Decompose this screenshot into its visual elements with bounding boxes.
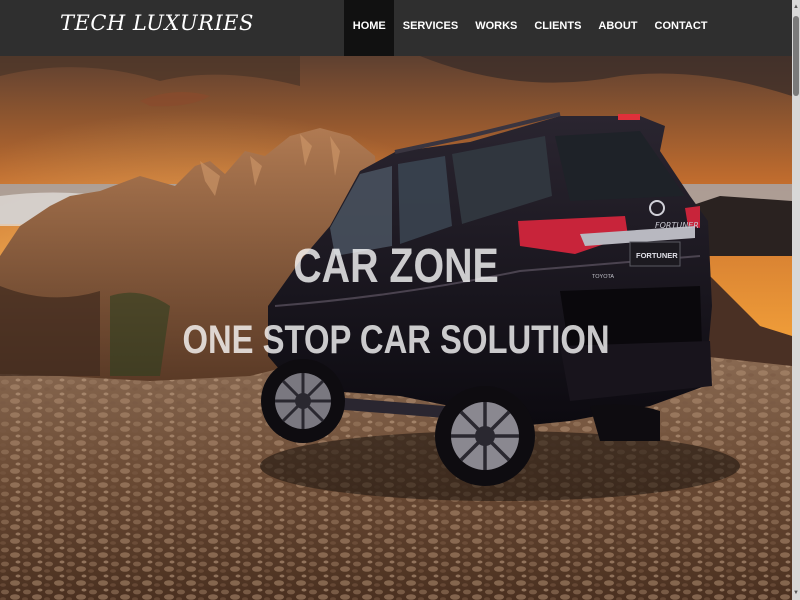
nav-item-contact[interactable]: CONTACT xyxy=(646,0,716,56)
hero-subtitle: ONE STOP CAR SOLUTION xyxy=(182,318,610,362)
hero-title: CAR ZONE xyxy=(293,240,499,293)
wheel-rear xyxy=(435,386,535,486)
nav-item-about[interactable]: ABOUT xyxy=(590,0,646,56)
scroll-up-icon[interactable]: ▲ xyxy=(792,2,800,12)
nav-item-clients[interactable]: CLIENTS xyxy=(526,0,590,56)
scroll-thumb[interactable] xyxy=(793,16,799,96)
wheel-front xyxy=(261,359,345,443)
hero-banner: FORTUNER FORTUNER TOYOTA CAR ZONE ONE ST… xyxy=(0,56,792,600)
nav-item-services[interactable]: SERVICES xyxy=(394,0,466,56)
car-model-script: FORTUNER xyxy=(655,221,699,230)
scroll-down-icon[interactable]: ▼ xyxy=(792,588,800,598)
nav-item-works[interactable]: WORKS xyxy=(467,0,526,56)
page-scrollbar[interactable]: ▲ ▼ xyxy=(792,0,800,600)
nav-item-home[interactable]: HOME xyxy=(344,0,395,56)
main-nav: HOME SERVICES WORKS CLIENTS ABOUT CONTAC… xyxy=(344,0,716,56)
top-navbar: TECH LUXURIES HOME SERVICES WORKS CLIENT… xyxy=(0,0,792,56)
brand-logo[interactable]: TECH LUXURIES xyxy=(60,11,254,35)
